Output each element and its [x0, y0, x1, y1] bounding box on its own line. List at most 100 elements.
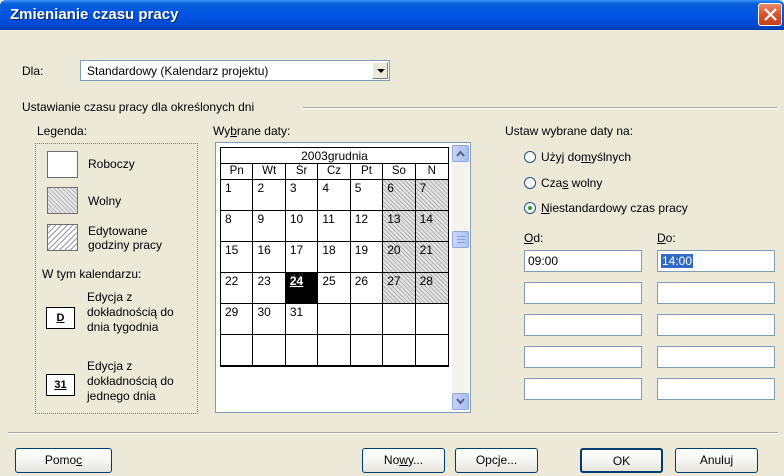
window-title: Zmienianie czasu pracy: [10, 6, 179, 23]
options-button[interactable]: Opcje...: [455, 448, 538, 473]
legend-title: Legenda:: [37, 124, 88, 138]
calendar-day[interactable]: 6: [383, 180, 416, 211]
ok-button[interactable]: OK: [580, 448, 663, 473]
close-button[interactable]: [758, 3, 782, 26]
calendar-day[interactable]: 11: [318, 211, 351, 242]
calendar-control[interactable]: 2003grudnia Pn Wt Śr Cz Pt So N 1 2 3 4 5 6 7 8 9 10 11 1…: [215, 142, 471, 413]
scroll-up-button[interactable]: [452, 145, 469, 162]
calendar-empty-cell: [221, 335, 254, 366]
calendar-day[interactable]: 25: [318, 273, 351, 304]
radio-default[interactable]: [524, 151, 536, 163]
calendar-week-row: 22 23 24 25 26 27 28: [221, 273, 449, 304]
calendar-day[interactable]: 17: [285, 242, 319, 273]
calendar-day-number: 9: [257, 212, 265, 226]
from-time-field[interactable]: [524, 282, 642, 304]
calendar-empty-cell: [350, 335, 384, 366]
new-button[interactable]: Nowy...: [362, 448, 445, 473]
radio-default-label[interactable]: Użyj domyślnych: [541, 150, 631, 164]
calendar-day[interactable]: 24: [285, 273, 319, 304]
cancel-button[interactable]: Anuluj: [675, 448, 758, 473]
calendar-day[interactable]: 12: [350, 211, 384, 242]
calendar-day[interactable]: 19: [350, 242, 384, 273]
calendar-day[interactable]: 20: [383, 242, 416, 273]
calendar-day-number: 1: [225, 181, 232, 195]
calendar-day[interactable]: 2: [253, 180, 286, 211]
scroll-down-button[interactable]: [452, 393, 469, 410]
calendar-day[interactable]: 1: [221, 180, 254, 211]
calendar-day-number: 30: [257, 305, 271, 319]
calendar-day-number: 20: [387, 243, 401, 257]
calendar-day[interactable]: 28: [415, 273, 449, 304]
calendar-day-number: 6: [387, 181, 394, 195]
calendar-day-number: 10: [289, 212, 304, 226]
calendar-day[interactable]: 14: [415, 211, 449, 242]
calendar-day[interactable]: 16: [253, 242, 286, 273]
calendar-day-number: 15: [225, 243, 239, 257]
calendar-day[interactable]: 29: [221, 304, 254, 335]
calendar-day-number: 14: [419, 212, 433, 226]
calendar-day[interactable]: 3: [285, 180, 319, 211]
calendar-day-number: 21: [419, 243, 433, 257]
calendar-day[interactable]: 5: [350, 180, 384, 211]
to-time-field[interactable]: [657, 378, 775, 400]
weekday-header: N: [415, 164, 449, 180]
from-time-field[interactable]: 09:00: [524, 250, 642, 272]
scroll-thumb[interactable]: [452, 231, 469, 248]
dropdown-arrow-icon[interactable]: [372, 62, 388, 79]
from-time-field[interactable]: [524, 314, 642, 336]
from-time-field[interactable]: [524, 378, 642, 400]
calendar-day[interactable]: 8: [221, 211, 254, 242]
calendar-day[interactable]: 9: [253, 211, 286, 242]
section-separator: [303, 107, 777, 109]
calendar-day-number: 11: [322, 212, 335, 226]
to-time-field[interactable]: [657, 314, 775, 336]
to-time-field[interactable]: [657, 346, 775, 368]
nonworking-swatch: [47, 187, 78, 214]
calendar-empty-cell: [285, 335, 319, 366]
calendar-day-number: 31: [289, 305, 304, 319]
calendar-week-row: 29 30 31: [221, 304, 449, 335]
calendar-day[interactable]: 31: [285, 304, 319, 335]
radio-nonworking[interactable]: [524, 177, 536, 189]
bottom-separator: [8, 432, 778, 434]
calendar-day[interactable]: 7: [415, 180, 449, 211]
close-icon: [764, 8, 777, 21]
calendar-day[interactable]: 18: [318, 242, 351, 273]
calendar-day[interactable]: 21: [415, 242, 449, 273]
working-swatch: [47, 151, 78, 178]
edited-swatch: [47, 224, 78, 251]
help-button[interactable]: Pomoc: [15, 448, 112, 473]
to-time-field[interactable]: 14:00: [657, 250, 775, 272]
weekday-header-row: Pn Wt Śr Cz Pt So N: [221, 164, 449, 180]
calendar-empty-cell: [383, 335, 416, 366]
weekday-edit-key: D: [46, 307, 75, 329]
from-time-field[interactable]: [524, 346, 642, 368]
calendar-day-number: 13: [387, 212, 401, 226]
calendar-day-number: 8: [225, 212, 232, 226]
calendar-select[interactable]: Standardowy (Kalendarz projektu): [80, 60, 390, 81]
calendar-scrollbar[interactable]: [452, 145, 469, 410]
radio-nonworking-label[interactable]: Czas wolny: [541, 176, 602, 190]
calendar-day-number: 26: [354, 274, 369, 288]
weekday-edit-text: Edycja z dokładnością do dnia tygodnia: [87, 290, 174, 334]
calendar-day[interactable]: 27: [383, 273, 416, 304]
calendar-day-number: 23: [257, 274, 271, 288]
calendar-day[interactable]: 13: [383, 211, 416, 242]
calendar-week-row: 15 16 17 18 19 20 21: [221, 242, 449, 273]
calendar-day[interactable]: 15: [221, 242, 254, 273]
calendar-day[interactable]: 22: [221, 273, 254, 304]
calendar-day-number: 2: [257, 181, 265, 195]
radio-custom[interactable]: [524, 202, 536, 214]
calendar-day-number: 16: [257, 243, 271, 257]
calendar-day[interactable]: 30: [253, 304, 286, 335]
radio-custom-label[interactable]: Niestandardowy czas pracy: [541, 201, 688, 215]
selected-dates-label: Wybrane daty:: [213, 124, 291, 138]
to-time-field[interactable]: [657, 282, 775, 304]
calendar-day[interactable]: 10: [285, 211, 319, 242]
weekday-header: Wt: [253, 164, 286, 180]
calendar-day[interactable]: 4: [318, 180, 351, 211]
calendar-day[interactable]: 23: [253, 273, 286, 304]
calendar-day[interactable]: 26: [350, 273, 384, 304]
calendar-day-number: 5: [354, 181, 362, 195]
calendar-empty-cell: [318, 304, 351, 335]
